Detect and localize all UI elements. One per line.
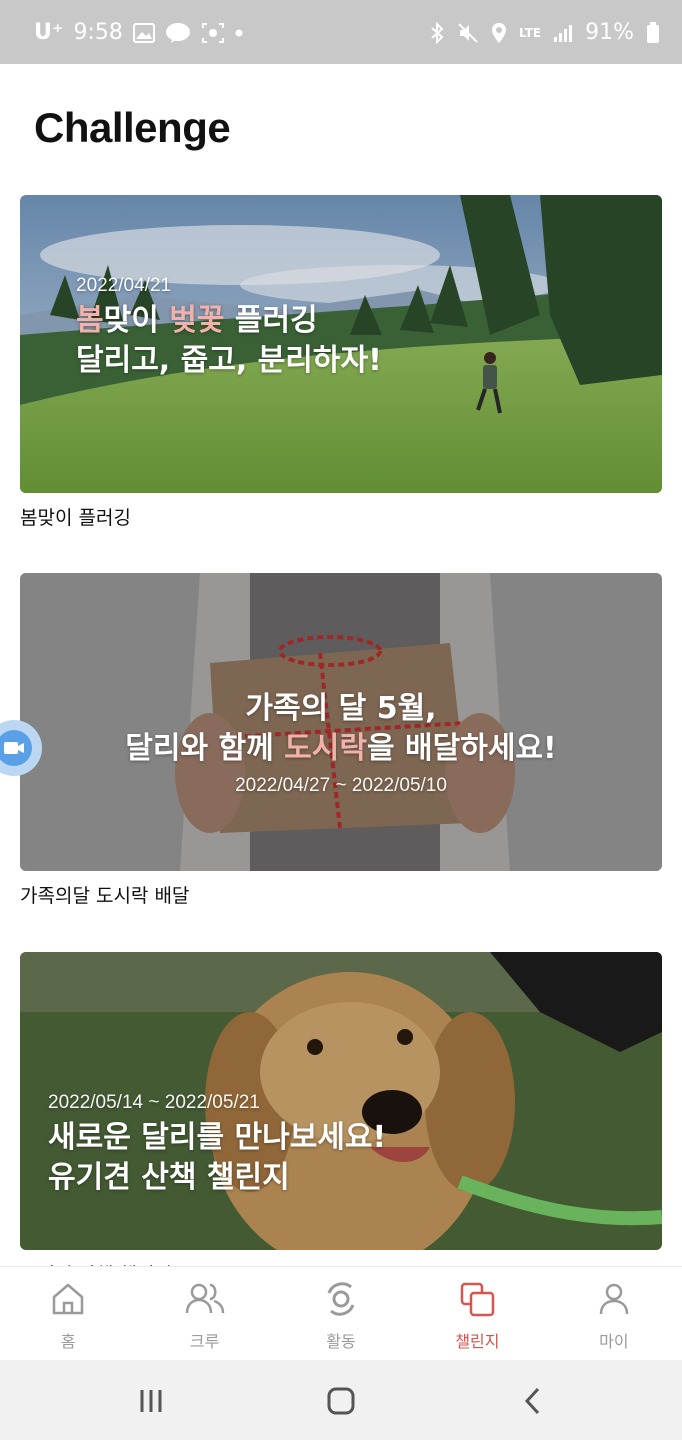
- nav-label: 홈: [60, 1332, 76, 1351]
- page-title: Challenge: [34, 104, 231, 151]
- activity-icon: [323, 1281, 359, 1322]
- challenge-card-spring-plogging[interactable]: 2022/04/21 봄맞이 벚꽃 플러깅 달리고, 줍고, 분리하자! 봄맞이…: [20, 195, 662, 530]
- banner-date: 2022/04/21: [76, 275, 172, 296]
- screenshot-icon: [201, 21, 225, 45]
- video-icon: [0, 730, 32, 766]
- nav-label: 크루: [189, 1332, 220, 1351]
- bottom-navigation: 홈 크루 활동 챌린지 마이: [0, 1266, 682, 1361]
- location-icon: [491, 21, 507, 45]
- mute-icon: [457, 21, 479, 45]
- battery-percent: 91%: [585, 20, 634, 45]
- challenge-banner[interactable]: 2022/05/14 ~ 2022/05/21 새로운 달리를 만나보세요! 유…: [20, 952, 662, 1250]
- home-system-button[interactable]: [321, 1384, 361, 1418]
- nav-item-crew[interactable]: 크루: [136, 1267, 272, 1361]
- nav-label: 활동: [326, 1332, 356, 1351]
- gallery-icon: [132, 21, 155, 45]
- challenge-banner[interactable]: 2022/04/21 봄맞이 벚꽃 플러깅 달리고, 줍고, 분리하자!: [20, 195, 662, 493]
- banner-headline: 새로운 달리를 만나보세요! 유기견 산책 챌린지: [48, 1120, 387, 1195]
- recent-apps-icon: [140, 1390, 162, 1412]
- challenge-icon: [458, 1281, 496, 1322]
- clock: 9:58: [73, 20, 123, 45]
- dot-icon: [235, 21, 243, 45]
- challenge-title: 봄맞이 플러깅: [20, 507, 131, 529]
- bluetooth-icon: [429, 21, 445, 45]
- person-icon: [596, 1281, 632, 1322]
- nav-item-activity[interactable]: 활동: [273, 1267, 409, 1361]
- people-icon: [184, 1281, 226, 1322]
- battery-icon: [646, 21, 660, 45]
- challenge-card-lunchbox-delivery[interactable]: 가족의 달 5월, 달리와 함께 도시락을 배달하세요! 2022/04/27 …: [20, 573, 662, 908]
- back-chevron-icon: [524, 1387, 540, 1415]
- challenge-banner[interactable]: 가족의 달 5월, 달리와 함께 도시락을 배달하세요! 2022/04/27 …: [20, 573, 662, 871]
- banner-headline: 가족의 달 5월, 달리와 함께 도시락을 배달하세요!: [125, 691, 557, 766]
- back-button[interactable]: [513, 1384, 553, 1418]
- home-square-icon: [327, 1387, 355, 1415]
- banner-date: 2022/04/27 ~ 2022/05/10: [235, 775, 447, 796]
- status-bar: U⁺ 9:58 LTE 91%: [0, 0, 682, 64]
- carrier-label: U⁺: [34, 20, 64, 45]
- system-navigation-bar: [0, 1360, 682, 1440]
- nav-item-my[interactable]: 마이: [546, 1267, 682, 1361]
- home-icon: [50, 1281, 86, 1322]
- challenge-card-dog-walk[interactable]: 2022/05/14 ~ 2022/05/21 새로운 달리를 만나보세요! 유…: [20, 952, 662, 1287]
- recent-apps-button[interactable]: [131, 1384, 171, 1418]
- nav-label: 챌린지: [455, 1332, 500, 1351]
- signal-icon: [553, 21, 573, 45]
- network-label: LTE: [519, 25, 542, 40]
- talk-icon: [165, 21, 191, 45]
- banner-date: 2022/05/14 ~ 2022/05/21: [48, 1092, 260, 1113]
- banner-headline: 봄맞이 벚꽃 플러깅 달리고, 줍고, 분리하자!: [76, 303, 382, 378]
- nav-label: 마이: [599, 1332, 629, 1351]
- nav-item-challenge[interactable]: 챌린지: [409, 1267, 545, 1361]
- nav-item-home[interactable]: 홈: [0, 1267, 136, 1361]
- challenge-title: 가족의달 도시락 배달: [20, 885, 190, 907]
